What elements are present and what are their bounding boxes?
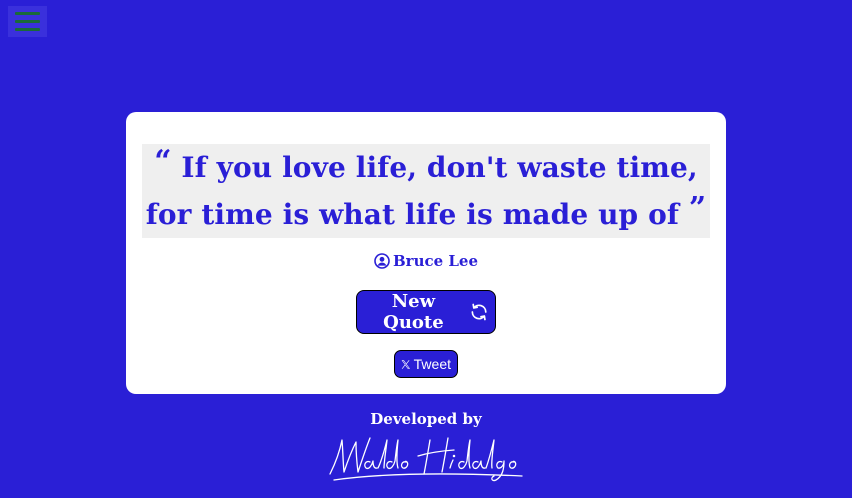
tweet-label: Tweet — [413, 356, 451, 372]
tweet-button[interactable]: Tweet — [394, 350, 458, 378]
quote-author: Bruce Lee — [126, 252, 726, 270]
refresh-icon — [471, 303, 487, 321]
author-name: Bruce Lee — [392, 252, 479, 270]
developer-signature — [329, 437, 523, 482]
close-quote-mark: ” — [688, 191, 707, 226]
new-quote-label: New Quote — [383, 291, 444, 333]
new-quote-button[interactable]: New Quote — [356, 290, 496, 334]
hamburger-menu-button[interactable] — [8, 6, 47, 37]
open-quote-mark: “ — [154, 144, 172, 179]
developed-by-label: Developed by — [370, 410, 482, 428]
quote-text-box: “ If you love life, don't waste time, fo… — [142, 144, 710, 238]
quote-card: “ If you love life, don't waste time, fo… — [126, 112, 726, 394]
hamburger-menu-icon-bar — [15, 28, 40, 31]
hamburger-menu-icon-bar — [15, 20, 40, 23]
hamburger-menu-icon-bar — [15, 12, 40, 15]
quote-text: If you love life, don't waste time, for … — [145, 151, 698, 231]
x-logo-icon — [401, 359, 411, 369]
user-circle-icon — [374, 253, 390, 269]
